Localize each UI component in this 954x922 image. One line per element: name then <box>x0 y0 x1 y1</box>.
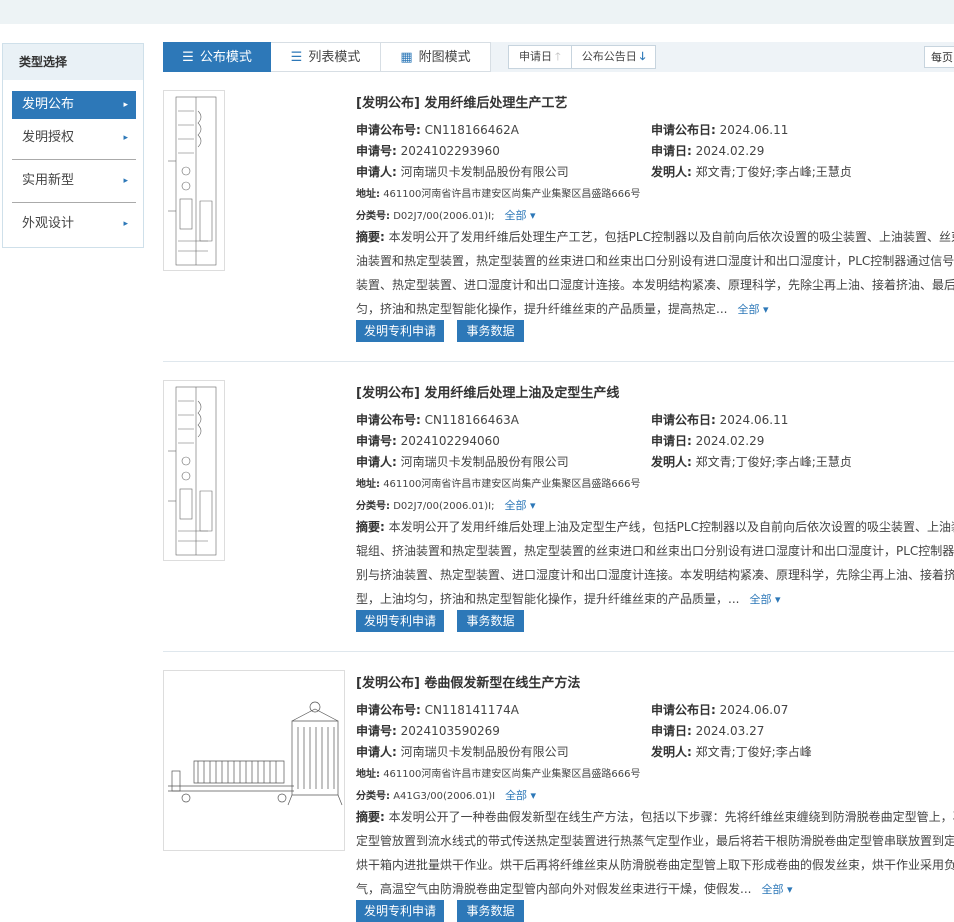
patent-drawing-image <box>168 96 217 266</box>
app-date-field: 申请日: 2024.02.29 <box>651 434 765 448</box>
divider <box>12 202 136 203</box>
expand-abstract-link[interactable]: 全部 ▾ <box>761 883 792 896</box>
patent-drawing-image <box>168 386 217 556</box>
app-number-field: 申请号: 2024103590269 <box>356 724 500 738</box>
pub-date-field: 申请公布日: 2024.06.11 <box>651 123 789 137</box>
sidebar-item-utility-model[interactable]: 实用新型 ▸ <box>12 167 136 195</box>
inventor-field: 发明人: 郑文青;丁俊好;李占峰 <box>651 745 812 759</box>
patent-drawing-thumbnail[interactable] <box>163 90 225 271</box>
sidebar-item-label: 外观设计 <box>22 216 75 231</box>
tab-list-mode[interactable]: ☰ 列表模式 <box>271 42 381 72</box>
tab-publication-mode[interactable]: ☰ 公布模式 <box>163 42 271 72</box>
pub-number-field: 申请公布号: CN118166463A <box>356 413 519 427</box>
expand-classification-link[interactable]: 全部 ▾ <box>505 789 536 802</box>
address-field: 地址: 461100河南省许昌市建安区尚集产业集聚区昌盛路666号 <box>356 479 641 490</box>
invention-application-button[interactable]: 发明专利申请 <box>356 320 444 342</box>
inventor-field: 发明人: 郑文青;丁俊好;李占峰;王慧贞 <box>651 455 852 469</box>
sort-publication-date[interactable]: 公布公告日 🡓 <box>570 46 656 68</box>
list-icon: ☰ <box>290 50 303 65</box>
patent-record: [发明公布] 发用纤维后处理上油及定型生产线 申请公布号: CN11816646… <box>163 380 954 642</box>
sidebar-item-invention-grant[interactable]: 发明授权 ▸ <box>12 124 136 152</box>
invention-application-button[interactable]: 发明专利申请 <box>356 900 444 922</box>
sidebar-item-design[interactable]: 外观设计 ▸ <box>12 210 136 238</box>
pub-date-field: 申请公布日: 2024.06.11 <box>651 413 789 427</box>
expand-classification-link[interactable]: 全部 ▾ <box>505 499 536 512</box>
divider <box>163 651 954 652</box>
sidebar-title: 类型选择 <box>3 44 143 80</box>
chevron-right-icon: ▸ <box>123 176 128 186</box>
sort-label: 公布公告日 <box>581 50 637 63</box>
type-filter-sidebar: 类型选择 发明公布 ▸ 发明授权 ▸ 实用新型 ▸ 外观设计 ▸ <box>2 43 144 248</box>
sort-controls: 申请日 🡑 公布公告日 🡓 <box>508 45 657 69</box>
affairs-data-button[interactable]: 事务数据 <box>457 610 524 632</box>
record-title-text: 卷曲假发新型在线生产方法 <box>424 676 581 691</box>
classification-field: 分类号: D02J7/00(2006.01)I; 全部 ▾ <box>356 499 536 512</box>
tab-label: 列表模式 <box>308 50 361 65</box>
sidebar-item-invention-publication[interactable]: 发明公布 ▸ <box>12 91 136 119</box>
tab-label: 附图模式 <box>418 50 471 65</box>
invention-application-button[interactable]: 发明专利申请 <box>356 610 444 632</box>
pub-number-field: 申请公布号: CN118166462A <box>356 123 519 137</box>
patent-drawing-image <box>168 701 343 806</box>
address-field: 地址: 461100河南省许昌市建安区尚集产业集聚区昌盛路666号 <box>356 769 641 780</box>
sort-label: 申请日 <box>519 50 552 63</box>
expand-abstract-link[interactable]: 全部 ▾ <box>749 593 780 606</box>
abstract: 摘要: 本发明公开了一种卷曲假发新型在线生产方法，包括以下步骤：先将纤维丝束缠绕… <box>356 810 954 896</box>
applicant-field: 申请人: 河南瑞贝卡发制品股份有限公司 <box>356 165 569 179</box>
pub-date-field: 申请公布日: 2024.06.07 <box>651 703 789 717</box>
record-title-text: 发用纤维后处理上油及定型生产线 <box>424 386 620 401</box>
app-number-field: 申请号: 2024102294060 <box>356 434 500 448</box>
chevron-right-icon: ▸ <box>123 100 128 110</box>
divider <box>163 361 954 362</box>
arrow-down-icon: 🡓 <box>639 50 646 63</box>
classification-field: 分类号: D02J7/00(2006.01)I; 全部 ▾ <box>356 209 536 222</box>
top-banner <box>0 0 954 24</box>
grid-icon: ▦ <box>400 50 413 65</box>
chevron-right-icon: ▸ <box>123 219 128 229</box>
record-type-tag: [发明公布] <box>356 676 420 691</box>
expand-abstract-link[interactable]: 全部 ▾ <box>737 303 768 316</box>
abstract: 摘要: 本发明公开了发用纤维后处理生产工艺，包括PLC控制器以及自前向后依次设置… <box>356 230 954 316</box>
abstract: 摘要: 本发明公开了发用纤维后处理上油及定型生产线，包括PLC控制器以及自前向后… <box>356 520 954 606</box>
record-title-text: 发用纤维后处理生产工艺 <box>424 96 568 111</box>
sort-application-date[interactable]: 申请日 🡑 <box>509 46 571 68</box>
sidebar-item-label: 发明公布 <box>22 97 75 112</box>
address-field: 地址: 461100河南省许昌市建安区尚集产业集聚区昌盛路666号 <box>356 189 641 200</box>
list-detail-icon: ☰ <box>182 50 194 65</box>
inventor-field: 发明人: 郑文青;丁俊好;李占峰;王慧贞 <box>651 165 852 179</box>
view-toolbar: ☰ 公布模式 ☰ 列表模式 ▦ 附图模式 申请日 🡑 公布公告日 🡓 每页 <box>163 42 954 72</box>
classification-field: 分类号: A41G3/00(2006.01)I 全部 ▾ <box>356 789 537 802</box>
pub-number-field: 申请公布号: CN118141174A <box>356 703 519 717</box>
applicant-field: 申请人: 河南瑞贝卡发制品股份有限公司 <box>356 745 569 759</box>
expand-classification-link[interactable]: 全部 ▾ <box>505 209 536 222</box>
record-type-tag: [发明公布] <box>356 96 420 111</box>
divider <box>12 159 136 160</box>
record-title[interactable]: [发明公布] 发用纤维后处理生产工艺 <box>356 92 567 111</box>
patent-drawing-thumbnail[interactable] <box>163 380 225 561</box>
record-title[interactable]: [发明公布] 发用纤维后处理上油及定型生产线 <box>356 382 619 401</box>
app-number-field: 申请号: 2024102293960 <box>356 144 500 158</box>
per-page-select[interactable]: 每页 <box>924 46 954 68</box>
record-type-tag: [发明公布] <box>356 386 420 401</box>
patent-record: [发明公布] 发用纤维后处理生产工艺 申请公布号: CN118166462A 申… <box>163 90 954 352</box>
tab-label: 公布模式 <box>199 50 252 65</box>
patent-record: [发明公布] 卷曲假发新型在线生产方法 申请公布号: CN118141174A … <box>163 670 954 922</box>
applicant-field: 申请人: 河南瑞贝卡发制品股份有限公司 <box>356 455 569 469</box>
patent-drawing-thumbnail[interactable] <box>163 670 345 851</box>
app-date-field: 申请日: 2024.03.27 <box>651 724 765 738</box>
affairs-data-button[interactable]: 事务数据 <box>457 320 524 342</box>
record-title[interactable]: [发明公布] 卷曲假发新型在线生产方法 <box>356 672 580 691</box>
app-date-field: 申请日: 2024.02.29 <box>651 144 765 158</box>
tab-figure-mode[interactable]: ▦ 附图模式 <box>381 42 491 72</box>
affairs-data-button[interactable]: 事务数据 <box>457 900 524 922</box>
arrow-up-icon: 🡑 <box>555 50 561 63</box>
sidebar-item-label: 发明授权 <box>22 130 75 145</box>
sidebar-item-label: 实用新型 <box>22 173 75 188</box>
chevron-right-icon: ▸ <box>123 133 128 143</box>
